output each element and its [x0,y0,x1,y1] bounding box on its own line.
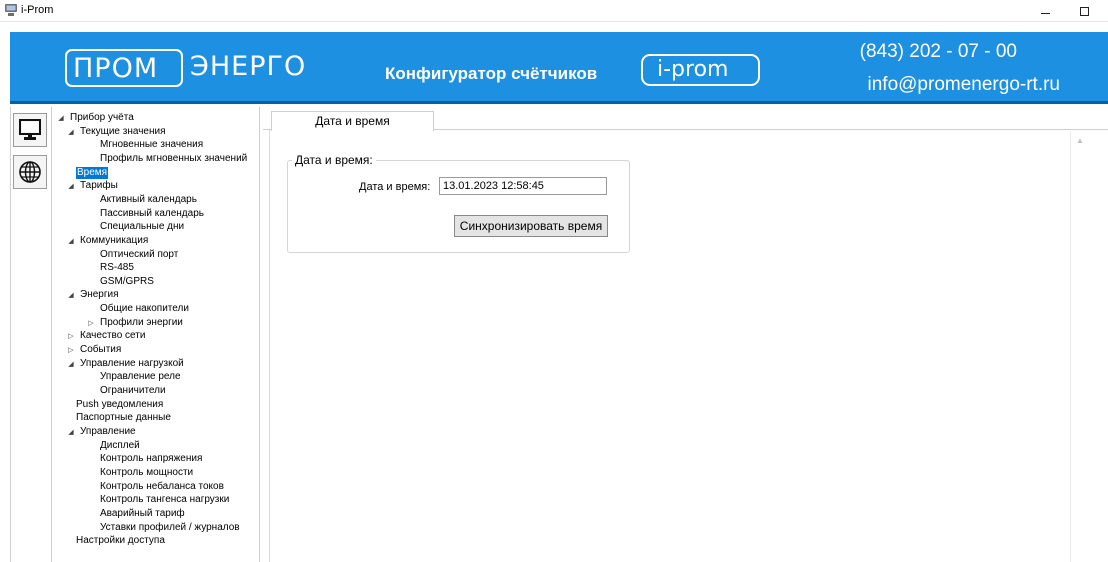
monitor-icon [19,119,41,140]
scroll-up-icon[interactable]: ▲ [1076,136,1084,145]
tree-item-label[interactable]: Аварийный тариф [100,508,185,520]
expanded-arrow-icon[interactable]: ◢ [66,427,76,439]
expanded-arrow-icon[interactable]: ◢ [66,236,76,248]
window-title: i-Prom [21,4,54,16]
tree-item-label[interactable]: Текущие значения [80,126,166,138]
tree-item-label[interactable]: Активный календарь [100,194,197,206]
tree-item-label[interactable]: Управление нагрузкой [80,358,184,370]
tree-item-label[interactable]: Управление [80,426,136,438]
tree-item-label[interactable]: Контроль мощности [100,467,193,479]
maximize-icon [1079,6,1089,16]
tree-item-label[interactable]: Контроль небаланса токов [100,481,224,493]
tree-item-label[interactable]: Push уведомления [76,399,163,411]
expanded-arrow-icon[interactable]: ◢ [66,290,76,302]
expanded-arrow-icon[interactable]: ◢ [56,113,66,125]
content-area: Дата и время ▲ Дата и время: Дата и врем… [263,107,1108,562]
tree-item-label[interactable]: Общие накопители [100,303,189,315]
tree-item-label[interactable]: События [80,344,121,356]
tree-item-label[interactable]: Контроль напряжения [100,453,202,465]
tree-item-label[interactable]: Энергия [80,289,118,301]
tree-item-label[interactable]: GSM/GPRS [100,276,154,288]
left-toolbar [10,107,52,562]
tree-item-label[interactable]: Управление реле [100,371,181,383]
tree-item-label[interactable]: Время [76,166,109,179]
iprom-logo: i-prom [641,54,760,86]
expanded-arrow-icon[interactable]: ◢ [66,359,76,371]
datetime-group: Дата и время: Дата и время: Синхронизиро… [287,153,630,253]
title-bar: i-Prom [0,0,1108,22]
tree-item-label[interactable]: RS-485 [100,262,134,274]
tree-item-label[interactable]: Оптический порт [100,249,178,261]
maximize-button[interactable] [1066,0,1102,22]
minimize-icon [1040,12,1050,14]
datetime-label: Дата и время: [359,181,431,193]
tree-item-label[interactable]: Качество сети [80,330,145,342]
energo-logo-text: ЭНЕРГО [190,51,307,82]
tab-strip: Дата и время [263,107,1108,131]
group-title: Дата и время: [292,153,376,167]
tree-item-label[interactable]: Мгновенные значения [100,139,203,151]
tree-item-label[interactable]: Дисплей [100,440,140,452]
tree-item-label[interactable]: Контроль тангенса нагрузки [100,494,229,506]
expanded-arrow-icon[interactable]: ◢ [66,127,76,139]
datetime-input[interactable] [439,177,607,195]
tree-item-label[interactable]: Пассивный календарь [100,208,204,220]
network-button[interactable] [13,155,47,189]
tree-item-label[interactable]: Уставки профилей / журналов [100,522,240,534]
device-button[interactable] [13,113,47,147]
collapsed-arrow-icon[interactable]: ▷ [66,345,76,357]
tree-item-label[interactable]: Тарифы [80,180,118,192]
app-icon [5,4,17,16]
prom-logo: ПРОМ [65,49,183,87]
iprom-logo-text: i-prom [657,57,729,82]
tree-item-label[interactable]: Настройки доступа [76,535,165,547]
collapsed-arrow-icon[interactable]: ▷ [66,331,76,343]
tree-item-label[interactable]: Коммуникация [80,235,148,247]
header-banner: ПРОМ ЭНЕРГО Конфигуратор счётчиков i-pro… [10,32,1108,104]
navigation-tree: ◢ Прибор учёта ◢ Текущие значения Мгновенные… [52,107,260,562]
sync-time-button[interactable]: Синхронизировать время [454,215,608,237]
contact-email: info@promenergo-rt.ru [867,74,1060,95]
globe-icon [19,161,41,183]
expanded-arrow-icon[interactable]: ◢ [66,181,76,193]
prom-logo-text: ПРОМ [73,53,159,84]
tree-item-label[interactable]: Ограничители [100,385,166,397]
minimize-button[interactable] [1027,0,1063,22]
tree-item-label[interactable]: Паспортные данные [76,412,171,424]
contact-phone: (843) 202 - 07 - 00 [859,41,1017,62]
vertical-scrollbar[interactable]: ▲ [1070,131,1087,562]
tab-date-time[interactable]: Дата и время [271,111,434,131]
tree-item-label[interactable]: Профиль мгновенных значений [100,153,247,165]
collapsed-arrow-icon[interactable]: ▷ [86,318,96,330]
tree-item-label[interactable]: Специальные дни [100,221,184,233]
app-caption: Конфигуратор счётчиков [385,64,598,83]
tree-item-label[interactable]: Профили энергии [100,317,183,329]
tree-item-label[interactable]: Прибор учёта [70,112,134,124]
